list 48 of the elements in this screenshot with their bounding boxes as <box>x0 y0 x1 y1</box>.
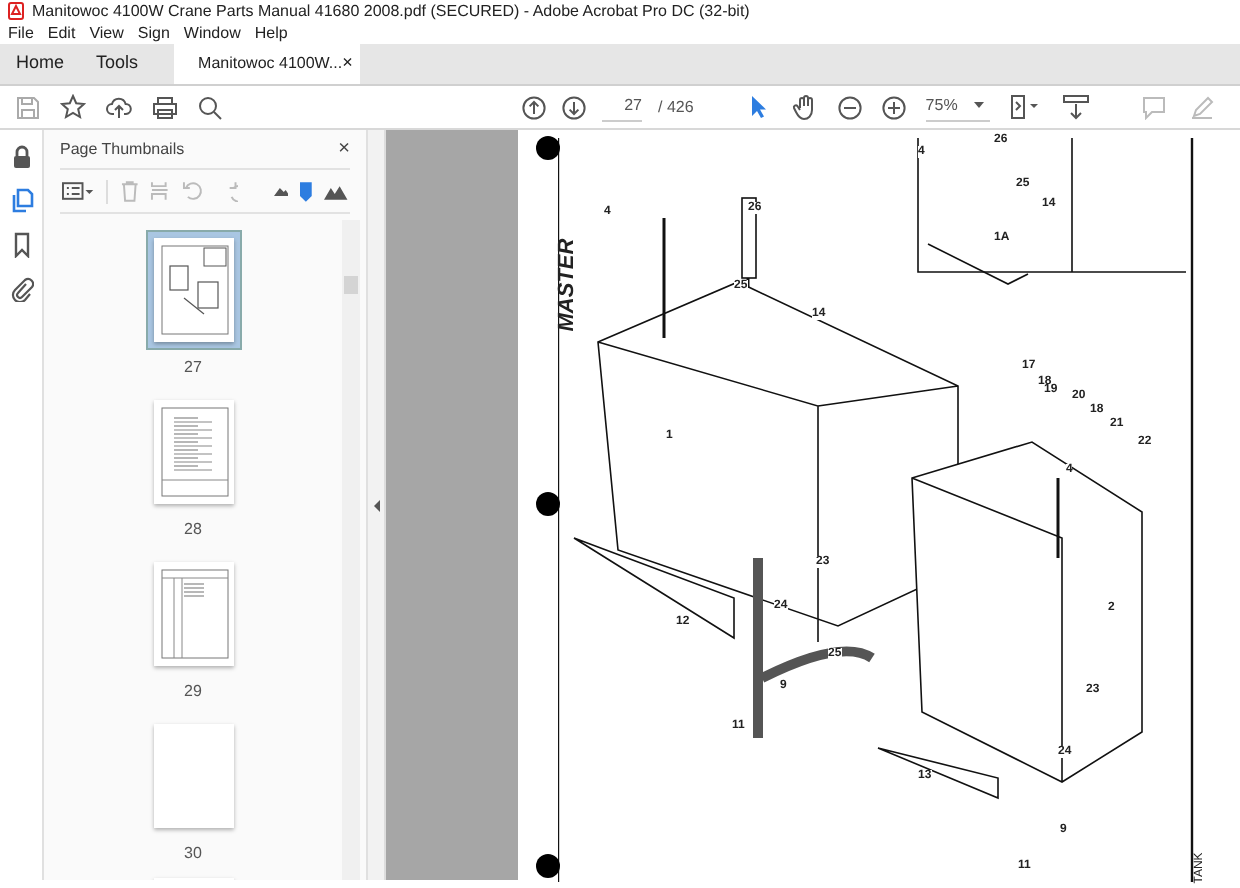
page-number: 30 <box>184 842 202 866</box>
tab[interactable]: Home <box>0 42 81 84</box>
binder-hole <box>536 136 560 160</box>
page-number: 27 <box>184 356 202 380</box>
binder-hole <box>536 854 560 878</box>
menu-item[interactable]: File <box>8 25 34 41</box>
pages-icon[interactable] <box>9 188 33 214</box>
collapse-arrow-icon[interactable] <box>373 499 379 511</box>
page-number: 28 <box>184 518 202 542</box>
menu-item[interactable]: View <box>89 25 124 41</box>
print-icon[interactable] <box>152 95 178 119</box>
page-up-icon[interactable] <box>522 95 546 119</box>
zoom-dropdown[interactable]: 75% <box>925 93 990 121</box>
tab[interactable]: Tools <box>80 42 155 84</box>
window-title: Manitowoc 4100W Crane Parts Manual 41680 2008.pdf (SECURED) - Adobe Acrobat Pro DC (32-bit) <box>32 3 750 19</box>
close-button[interactable]: × <box>338 139 350 159</box>
pdf-app-icon <box>8 2 24 20</box>
document-tab[interactable]: Manitowoc 4100W...× <box>174 42 361 84</box>
page-count: / 426 <box>658 95 694 119</box>
panel-title: Page Thumbnails <box>60 137 185 161</box>
zoom-out-icon[interactable] <box>837 95 862 119</box>
close-tab-button[interactable]: × <box>342 49 353 77</box>
options-icon[interactable] <box>62 182 94 200</box>
menu-item[interactable]: Help <box>254 25 288 41</box>
small-thumbnails-icon[interactable] <box>273 186 289 196</box>
slider-thumb-icon[interactable] <box>300 181 313 201</box>
cloud-upload-icon[interactable] <box>106 95 132 119</box>
page-thumbnail[interactable] <box>145 230 241 350</box>
hand-icon[interactable] <box>791 94 818 120</box>
scroll-mode-icon[interactable] <box>1061 94 1090 120</box>
binder-hole <box>536 492 560 516</box>
page-down-icon[interactable] <box>562 95 586 119</box>
search-icon[interactable] <box>198 95 222 119</box>
menu-item[interactable]: Edit <box>47 25 76 41</box>
lock-icon[interactable] <box>9 144 33 170</box>
zoom-in-icon[interactable] <box>881 95 906 119</box>
page-number: 29 <box>184 680 202 704</box>
bookmark-icon[interactable] <box>9 232 33 258</box>
caret-icon <box>973 102 984 108</box>
paperclip-icon[interactable] <box>9 276 33 302</box>
menu-item[interactable]: Sign <box>137 25 170 41</box>
large-thumbnails-icon[interactable] <box>324 183 348 199</box>
tab-label: Manitowoc 4100W... <box>198 51 343 75</box>
page-number-field[interactable]: 27 <box>602 93 642 121</box>
fit-page-icon[interactable] <box>1009 94 1042 120</box>
menu-item[interactable]: Window <box>183 25 241 41</box>
side-label: MASTER <box>557 238 580 332</box>
star-icon[interactable] <box>60 94 86 120</box>
